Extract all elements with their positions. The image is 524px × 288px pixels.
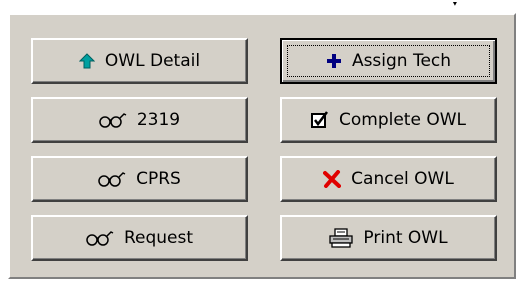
owl-actions-panel: OWL Detail Assign Tech 2319 Complete OWL…	[8, 13, 516, 279]
cprs-label: CPRS	[136, 169, 181, 189]
window-fragment: ˑ˙ OWL Detail Assign Tech 2319 Complete …	[0, 0, 524, 288]
cprs-button[interactable]: CPRS	[31, 156, 248, 202]
plus-icon	[326, 53, 342, 69]
checkbox-icon	[311, 111, 329, 129]
cancel-owl-button[interactable]: Cancel OWL	[280, 156, 497, 202]
glasses-icon	[98, 171, 126, 187]
printer-icon	[329, 228, 354, 248]
request-label: Request	[123, 228, 194, 248]
arrow-up-icon	[78, 53, 95, 69]
print-owl-label: Print OWL	[363, 228, 448, 248]
x-icon	[323, 170, 342, 188]
glasses-icon	[86, 230, 114, 246]
print-owl-button[interactable]: Print OWL	[280, 215, 497, 261]
request-button[interactable]: Request	[31, 215, 248, 261]
complete-owl-label: Complete OWL	[339, 110, 466, 130]
assign-tech-button[interactable]: Assign Tech	[280, 38, 497, 84]
cancel-owl-label: Cancel OWL	[351, 169, 454, 189]
view-2319-label: 2319	[136, 110, 181, 130]
assign-tech-label: Assign Tech	[351, 51, 452, 71]
owl-detail-label: OWL Detail	[104, 51, 201, 71]
view-2319-button[interactable]: 2319	[31, 97, 248, 143]
complete-owl-button[interactable]: Complete OWL	[280, 97, 497, 143]
glasses-icon	[99, 112, 127, 128]
owl-detail-button[interactable]: OWL Detail	[31, 38, 248, 84]
